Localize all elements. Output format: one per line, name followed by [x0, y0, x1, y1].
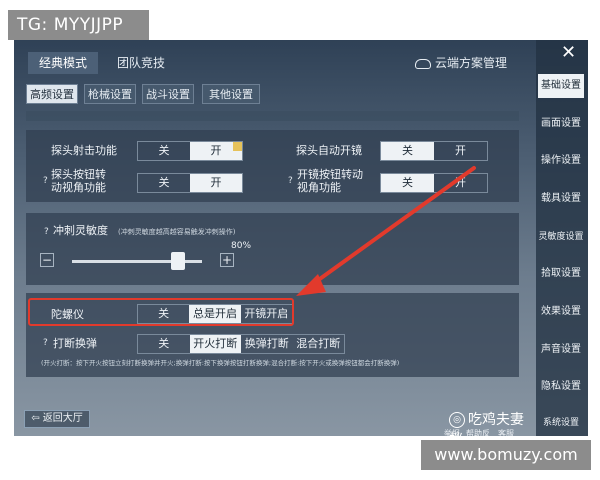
arrow-shaft	[308, 166, 476, 288]
sidebar-item-vehicle[interactable]: 载具设置	[538, 192, 584, 206]
settings-sidebar: 设置 基础设置 画面设置 操作设置 载具设置 灵敏度设置 拾取设置 效果设置 声…	[536, 40, 588, 436]
watermark-top: TG: MYYJJPP	[8, 10, 149, 40]
sidebar-item-graphics[interactable]: 画面设置	[538, 117, 584, 131]
back-to-lobby-label: 返回大厅	[42, 413, 83, 424]
red-arrow-annotation	[296, 166, 476, 296]
sidebar-item-sensitivity[interactable]: 灵敏度设置	[538, 230, 584, 244]
weibo-watermark: ◎吃鸡夫妻档	[449, 409, 534, 436]
sidebar-item-pickup[interactable]: 拾取设置	[538, 267, 584, 281]
sidebar-item-privacy[interactable]: 隐私设置	[538, 380, 584, 394]
sidebar-item-sound[interactable]: 声音设置	[538, 343, 584, 357]
sidebar-item-controls[interactable]: 操作设置	[538, 154, 584, 168]
sidebar-item-system[interactable]: 系统设置	[538, 416, 584, 430]
sidebar-item-effects[interactable]: 效果设置	[538, 305, 584, 319]
settings-main-panel: 经典模式 团队竞技 云端方案管理 高频设置 枪械设置 战斗设置 其他设置 探头射…	[14, 40, 534, 436]
back-to-lobby-button[interactable]: ⇦ 返回大厅	[24, 410, 90, 428]
watermark-bottom: www.bomuzy.com	[421, 440, 591, 470]
sidebar-item-basic[interactable]: 基础设置	[538, 74, 584, 98]
game-settings-screen: 经典模式 团队竞技 云端方案管理 高频设置 枪械设置 战斗设置 其他设置 探头射…	[14, 40, 588, 436]
weibo-icon: ◎	[449, 412, 465, 428]
close-icon[interactable]: ✕	[561, 42, 576, 63]
